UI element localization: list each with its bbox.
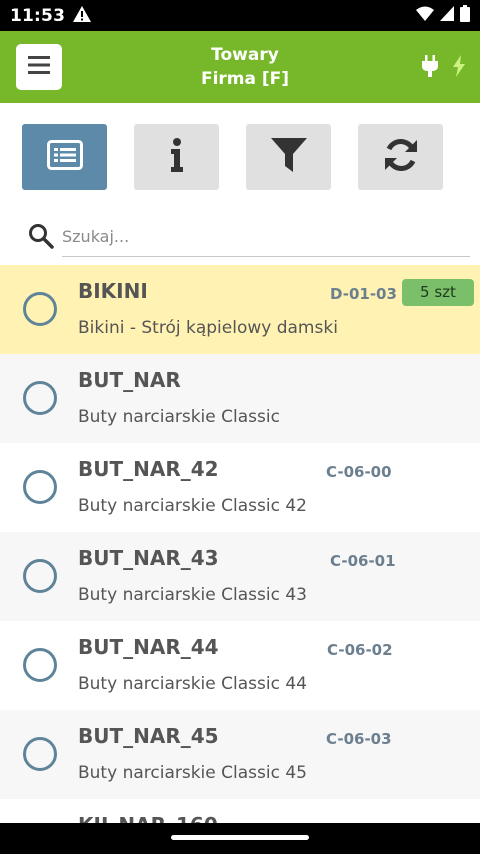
refresh-icon: [383, 137, 419, 177]
select-radio[interactable]: [23, 470, 57, 504]
filter-button[interactable]: [246, 124, 331, 190]
plug-icon[interactable]: [422, 55, 438, 81]
menu-button[interactable]: [16, 44, 62, 90]
wifi-icon: [416, 6, 434, 25]
search-icon: [28, 223, 54, 253]
item-code: BUT_NAR_45: [78, 724, 219, 748]
list-item[interactable]: KIJ_NAR_160: [0, 799, 480, 823]
item-code: BIKINI: [78, 279, 148, 303]
item-code: KIJ_NAR_160: [78, 813, 218, 823]
list-item[interactable]: BUT_NAR_44 C-06-02 Buty narciarskie Clas…: [0, 621, 480, 710]
item-description: Buty narciarskie Classic 44: [78, 674, 307, 694]
select-radio[interactable]: [23, 559, 57, 593]
main-content: BIKINI D-01-03 5 szt Bikini - Strój kąpi…: [0, 103, 480, 823]
select-radio[interactable]: [23, 381, 57, 415]
status-time: 11:53: [10, 5, 66, 26]
item-code: BUT_NAR_42: [78, 457, 219, 481]
lightning-icon[interactable]: [452, 55, 466, 81]
navigation-bar: [0, 823, 480, 854]
item-description: Buty narciarskie Classic: [78, 407, 280, 427]
list-item[interactable]: BUT_NAR_45 C-06-03 Buty narciarskie Clas…: [0, 710, 480, 799]
item-list: BIKINI D-01-03 5 szt Bikini - Strój kąpi…: [0, 265, 480, 823]
item-description: Bikini - Strój kąpielowy damski: [78, 318, 338, 338]
search-bar: [28, 217, 470, 257]
item-description: Buty narciarskie Classic 43: [78, 585, 307, 605]
info-icon: [170, 138, 184, 176]
signal-icon: [440, 6, 454, 25]
list-item[interactable]: BUT_NAR_42 C-06-00 Buty narciarskie Clas…: [0, 443, 480, 532]
select-radio[interactable]: [23, 292, 57, 326]
item-location: D-01-03: [330, 285, 397, 303]
refresh-button[interactable]: [358, 124, 443, 190]
company-subtitle: Firma [F]: [200, 69, 290, 89]
item-code: BUT_NAR_44: [78, 635, 219, 659]
list-item[interactable]: BIKINI D-01-03 5 szt Bikini - Strój kąpi…: [0, 265, 480, 354]
quantity-badge: 5 szt: [402, 279, 474, 306]
list-icon: [46, 140, 83, 174]
item-code: BUT_NAR: [78, 368, 181, 392]
select-radio[interactable]: [23, 648, 57, 682]
list-item[interactable]: BUT_NAR_43 C-06-01 Buty narciarskie Clas…: [0, 532, 480, 621]
item-code: BUT_NAR_43: [78, 546, 219, 570]
search-input[interactable]: [62, 217, 470, 257]
status-bar: 11:53: [0, 0, 480, 31]
list-view-button[interactable]: [22, 124, 107, 190]
hamburger-icon: [28, 56, 50, 78]
item-description: Buty narciarskie Classic 45: [78, 763, 307, 783]
item-location: C-06-01: [330, 552, 396, 570]
list-item[interactable]: BUT_NAR Buty narciarskie Classic: [0, 354, 480, 443]
item-location: C-06-02: [327, 641, 393, 659]
page-title: Towary: [211, 45, 279, 65]
info-button[interactable]: [134, 124, 219, 190]
item-description: Buty narciarskie Classic 42: [78, 496, 307, 516]
home-gesture-handle[interactable]: [171, 835, 309, 840]
item-location: C-06-00: [326, 463, 392, 481]
select-radio[interactable]: [23, 737, 57, 771]
app-bar: Towary Firma [F]: [0, 31, 480, 103]
item-location: C-06-03: [326, 730, 392, 748]
warning-icon: [73, 5, 92, 26]
toolbar: [22, 124, 443, 190]
battery-icon: [460, 5, 470, 26]
filter-icon: [270, 138, 307, 176]
